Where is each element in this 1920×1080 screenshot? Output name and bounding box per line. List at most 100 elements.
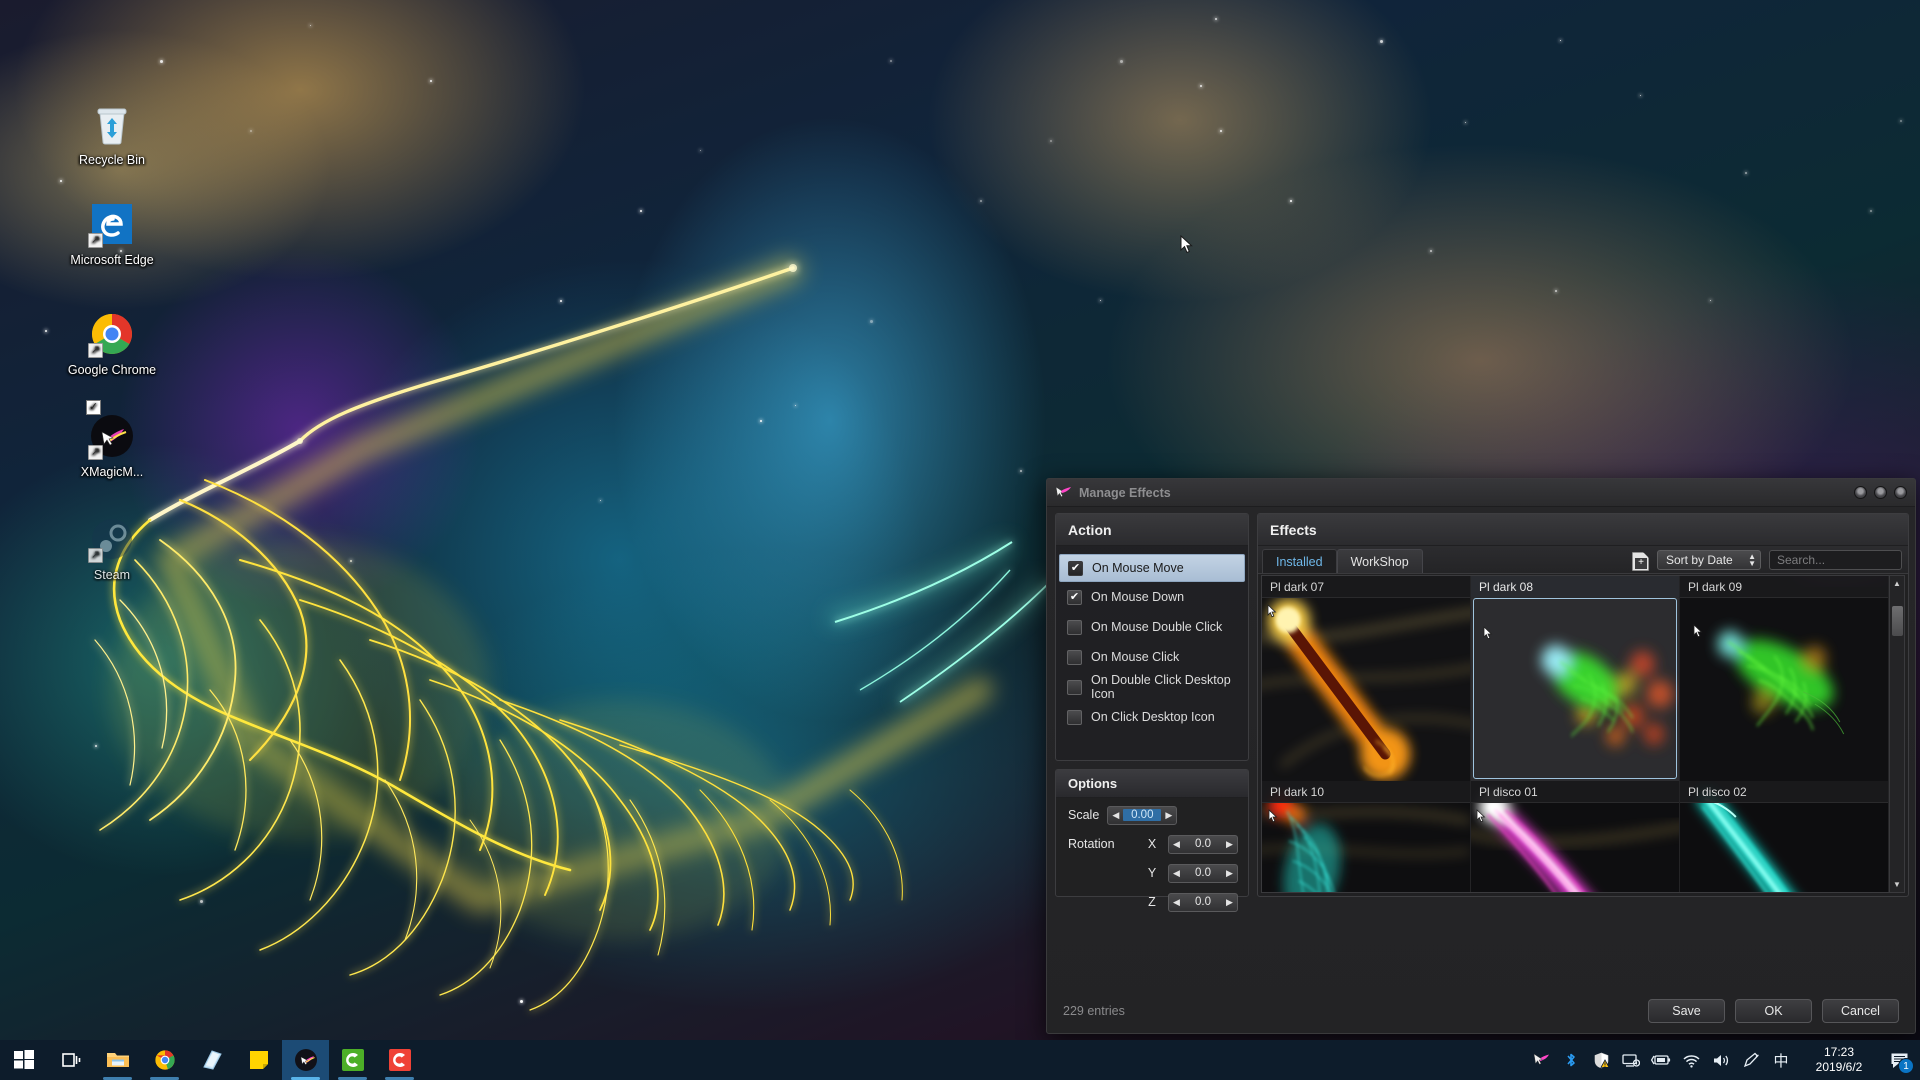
camtasia-studio-button[interactable] (329, 1040, 376, 1080)
wifi-icon[interactable] (1676, 1040, 1706, 1080)
rotation-x-stepper[interactable]: ◀ 0.0 ▶ (1168, 835, 1238, 854)
rotation-y-decrement-arrow[interactable]: ◀ (1169, 865, 1184, 882)
minimize-button[interactable] (1854, 486, 1867, 499)
dialog-titlebar[interactable]: Manage Effects (1047, 479, 1915, 507)
file-explorer-button[interactable] (94, 1040, 141, 1080)
scrollbar-thumb[interactable] (1892, 606, 1903, 636)
desktop-icon-recycle-bin[interactable]: Recycle Bin (60, 100, 164, 167)
effect-cell-pl-disco-01[interactable]: Pl disco 01 (1471, 781, 1680, 893)
effect-cell-pl-dark-10[interactable]: Pl dark 10 (1262, 781, 1471, 893)
scroll-down-arrow[interactable]: ▼ (1890, 877, 1905, 892)
add-effect-icon[interactable]: + (1632, 552, 1649, 571)
window-controls[interactable] (1854, 486, 1907, 499)
entries-count: 229 entries (1063, 1004, 1125, 1018)
rotation-z-stepper[interactable]: ◀ 0.0 ▶ (1168, 893, 1238, 912)
effect-cell-pl-disco-02[interactable]: Pl disco 02 (1680, 781, 1889, 893)
scroll-up-arrow[interactable]: ▲ (1890, 576, 1905, 591)
checkbox-checked[interactable]: ✔ (1068, 561, 1083, 576)
effects-grid[interactable]: Pl dark 07 Pl dark 08 Pl dark 09 Pl dark… (1262, 576, 1889, 892)
action-list[interactable]: ✔ On Mouse Move ✔ On Mouse Down On Mouse… (1056, 546, 1248, 732)
rotation-z-increment-arrow[interactable]: ▶ (1222, 894, 1237, 911)
search-box[interactable] (1769, 550, 1902, 570)
checkbox-unchecked[interactable] (1067, 650, 1082, 665)
system-tray[interactable]: 中 17:23 2019/6/2 1 (1526, 1040, 1920, 1080)
rotation-y-increment-arrow[interactable]: ▶ (1222, 865, 1237, 882)
effects-scrollbar[interactable]: ▲ ▼ (1889, 576, 1904, 892)
search-input[interactable] (1777, 553, 1916, 567)
checkbox-checked[interactable]: ✔ (1067, 590, 1082, 605)
effect-cell-pl-dark-09[interactable]: Pl dark 09 (1680, 576, 1889, 781)
action-item-on-mouse-move[interactable]: ✔ On Mouse Move (1059, 554, 1245, 582)
effect-label: Pl disco 02 (1680, 781, 1888, 803)
task-view-button[interactable] (47, 1040, 94, 1080)
rotation-x-decrement-arrow[interactable]: ◀ (1169, 836, 1184, 853)
manage-effects-dialog[interactable]: Manage Effects Action ✔ On Mouse Move ✔ … (1046, 478, 1916, 1034)
sticky-notes-button[interactable] (188, 1040, 235, 1080)
cancel-button[interactable]: Cancel (1822, 999, 1899, 1023)
shield-warning-icon[interactable] (1586, 1040, 1616, 1080)
rotation-x-increment-arrow[interactable]: ▶ (1222, 836, 1237, 853)
rotation-label: Rotation (1068, 837, 1115, 851)
selection-checkbox[interactable]: ✓ (86, 400, 101, 415)
save-button[interactable]: Save (1648, 999, 1725, 1023)
desktop-icon-label: Google Chrome (60, 363, 164, 377)
effect-label: Pl disco 01 (1471, 781, 1679, 803)
scale-value[interactable]: 0.00 (1123, 809, 1161, 821)
tab-installed[interactable]: Installed (1262, 549, 1337, 573)
rotation-z-decrement-arrow[interactable]: ◀ (1169, 894, 1184, 911)
action-center-button[interactable]: 1 (1882, 1040, 1916, 1080)
chrome-taskbar-button[interactable] (141, 1040, 188, 1080)
ok-button[interactable]: OK (1735, 999, 1812, 1023)
xmagicmouse-tray-icon[interactable] (1526, 1040, 1556, 1080)
desktop-icon-label: Steam (60, 568, 164, 582)
action-item-label: On Mouse Double Click (1091, 620, 1222, 634)
notepad-button[interactable] (235, 1040, 282, 1080)
rotation-x-value[interactable]: 0.0 (1184, 838, 1222, 850)
action-panel-header: Action (1056, 514, 1248, 546)
bluetooth-icon[interactable] (1556, 1040, 1586, 1080)
effect-label: Pl dark 08 (1471, 576, 1679, 598)
desktop-icon-google-chrome[interactable]: ↗ Google Chrome (60, 310, 164, 377)
xmagicmouse-taskbar-button[interactable] (282, 1040, 329, 1080)
scale-increment-arrow[interactable]: ▶ (1161, 807, 1176, 824)
checkbox-unchecked[interactable] (1067, 680, 1082, 695)
tab-workshop[interactable]: WorkShop (1337, 549, 1423, 573)
start-button[interactable] (0, 1040, 47, 1080)
rotation-z-value[interactable]: 0.0 (1184, 896, 1222, 908)
shortcut-arrow-icon: ↗ (88, 343, 103, 358)
ime-chinese-icon[interactable]: 中 (1766, 1040, 1796, 1080)
action-item-on-mouse-double-click[interactable]: On Mouse Double Click (1059, 612, 1245, 642)
shortcut-arrow-icon: ↗ (88, 548, 103, 563)
camtasia-recorder-button[interactable] (376, 1040, 423, 1080)
action-item-on-double-click-desktop-icon[interactable]: On Double Click Desktop Icon (1059, 672, 1245, 702)
monitor-icon[interactable] (1616, 1040, 1646, 1080)
taskbar[interactable]: 中 17:23 2019/6/2 1 (0, 1040, 1920, 1080)
checkbox-unchecked[interactable] (1067, 620, 1082, 635)
desktop-icon-microsoft-edge[interactable]: ↗ Microsoft Edge (60, 200, 164, 267)
action-panel: Action ✔ On Mouse Move ✔ On Mouse Down O… (1055, 513, 1249, 761)
desktop-icon-steam[interactable]: ↗ Steam (60, 515, 164, 582)
pen-icon[interactable] (1736, 1040, 1766, 1080)
battery-charging-icon[interactable] (1646, 1040, 1676, 1080)
xmagicmouse-icon (294, 1048, 318, 1072)
speaker-icon[interactable] (1706, 1040, 1736, 1080)
rotation-y-value[interactable]: 0.0 (1184, 867, 1222, 879)
notification-badge: 1 (1898, 1058, 1914, 1074)
shortcut-arrow-icon: ↗ (88, 233, 103, 248)
action-item-on-click-desktop-icon[interactable]: On Click Desktop Icon (1059, 702, 1245, 732)
action-item-on-mouse-down[interactable]: ✔ On Mouse Down (1059, 582, 1245, 612)
maximize-button[interactable] (1874, 486, 1887, 499)
action-item-on-mouse-click[interactable]: On Mouse Click (1059, 642, 1245, 672)
scale-stepper[interactable]: ◀ 0.00 ▶ (1107, 806, 1177, 825)
scale-decrement-arrow[interactable]: ◀ (1108, 807, 1123, 824)
desktop-icon-xmagicmouse[interactable]: ✓ ↗ XMagicM... (60, 412, 164, 479)
recycle-bin-icon (88, 100, 136, 148)
green-c-icon (341, 1048, 365, 1072)
effect-cell-pl-dark-08[interactable]: Pl dark 08 (1471, 576, 1680, 781)
effect-cell-pl-dark-07[interactable]: Pl dark 07 (1262, 576, 1471, 781)
sort-by-select[interactable]: Sort by Date ▲ ▼ (1657, 550, 1761, 570)
rotation-y-stepper[interactable]: ◀ 0.0 ▶ (1168, 864, 1238, 883)
clock[interactable]: 17:23 2019/6/2 (1796, 1040, 1882, 1080)
checkbox-unchecked[interactable] (1067, 710, 1082, 725)
close-button[interactable] (1894, 486, 1907, 499)
